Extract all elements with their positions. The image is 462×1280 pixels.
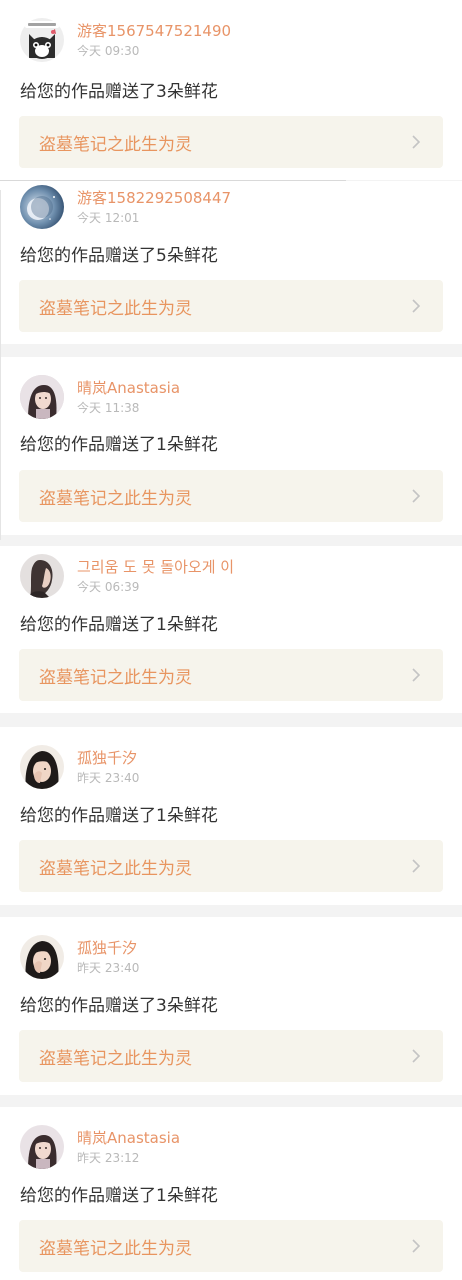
gift-notification-card: 晴岚Anastasia 今天 11:38 给您的作品赠送了1朵鲜花 盗墓笔记之此… xyxy=(0,357,462,535)
card-header: 孤独千汐 昨天 23:40 xyxy=(20,745,139,789)
user-avatar[interactable] xyxy=(20,1125,64,1169)
user-meta: 그리움 도 못 돌아오게 이 今天 06:39 xyxy=(77,557,234,596)
gift-notification-card: 晴岚Anastasia 昨天 23:12 给您的作品赠送了1朵鲜花 盗墓笔记之此… xyxy=(0,1107,462,1280)
gift-notification-card: 游客1582292508447 今天 12:01 给您的作品赠送了5朵鲜花 盗墓… xyxy=(0,181,462,344)
work-link-button[interactable]: 盗墓笔记之此生为灵 xyxy=(19,840,443,892)
timestamp: 今天 12:01 xyxy=(77,210,140,225)
user-avatar[interactable] xyxy=(20,935,64,979)
moon-avatar-icon xyxy=(20,185,64,229)
girl-avatar-icon xyxy=(20,1125,64,1169)
chevron-right-icon xyxy=(412,299,421,313)
user-meta: 晴岚Anastasia 今天 11:38 xyxy=(77,378,180,417)
username[interactable]: 그리움 도 못 돌아오게 이 xyxy=(77,557,234,577)
username[interactable]: 晴岚Anastasia xyxy=(77,1128,180,1148)
gift-notification-card: 游客1567547521490 今天 09:30 给您的作品赠送了3朵鲜花 盗墓… xyxy=(0,0,462,181)
timestamp: 昨天 23:40 xyxy=(77,960,140,975)
gift-notification-card: 孤独千汐 昨天 23:40 给您的作品赠送了1朵鲜花 盗墓笔记之此生为灵 xyxy=(0,727,462,905)
chevron-right-icon xyxy=(412,859,421,873)
timestamp: 昨天 23:12 xyxy=(77,1150,140,1165)
card-header: 孤独千汐 昨天 23:40 xyxy=(20,935,139,979)
chevron-right-icon xyxy=(412,668,421,682)
chevron-right-icon xyxy=(412,1239,421,1253)
face-avatar-icon xyxy=(20,745,64,789)
work-title: 盗墓笔记之此生为灵 xyxy=(39,1238,192,1259)
chevron-right-icon xyxy=(412,135,421,149)
gift-message: 给您的作品赠送了1朵鲜花 xyxy=(20,806,218,826)
gift-notification-feed: 游客1567547521490 今天 09:30 给您的作品赠送了3朵鲜花 盗墓… xyxy=(0,0,462,1280)
card-header: 游客1582292508447 今天 12:01 xyxy=(20,185,231,229)
user-meta: 晴岚Anastasia 昨天 23:12 xyxy=(77,1128,180,1167)
timestamp: 今天 11:38 xyxy=(77,400,140,415)
gift-message: 给您的作品赠送了3朵鲜花 xyxy=(20,996,218,1016)
work-link-button[interactable]: 盗墓笔记之此生为灵 xyxy=(19,280,443,332)
user-avatar[interactable] xyxy=(20,185,64,229)
profile-avatar-icon xyxy=(20,554,64,598)
card-header: 그리움 도 못 돌아오게 이 今天 06:39 xyxy=(20,554,234,598)
timestamp: 今天 06:39 xyxy=(77,579,140,594)
work-title: 盗墓笔记之此生为灵 xyxy=(39,1048,192,1069)
gift-message: 给您的作品赠送了1朵鲜花 xyxy=(20,1186,218,1206)
user-avatar[interactable] xyxy=(20,375,64,419)
scroll-edge-line xyxy=(0,190,1,540)
work-link-button[interactable]: 盗墓笔记之此生为灵 xyxy=(19,1220,443,1272)
card-header: 游客1567547521490 今天 09:30 xyxy=(20,18,231,62)
gift-message: 给您的作品赠送了1朵鲜花 xyxy=(20,615,218,635)
girl-avatar-icon xyxy=(20,375,64,419)
face-avatar-icon xyxy=(20,935,64,979)
work-link-button[interactable]: 盗墓笔记之此生为灵 xyxy=(19,116,443,168)
user-avatar[interactable] xyxy=(20,18,64,62)
work-title: 盗墓笔记之此生为灵 xyxy=(39,134,192,155)
work-link-button[interactable]: 盗墓笔记之此生为灵 xyxy=(19,649,443,701)
work-title: 盗墓笔记之此生为灵 xyxy=(39,667,192,688)
user-meta: 游客1582292508447 今天 12:01 xyxy=(77,188,231,227)
user-avatar[interactable] xyxy=(20,745,64,789)
gift-message: 给您的作品赠送了5朵鲜花 xyxy=(20,246,218,266)
work-title: 盗墓笔记之此生为灵 xyxy=(39,298,192,319)
card-header: 晴岚Anastasia 昨天 23:12 xyxy=(20,1125,180,1169)
username[interactable]: 孤独千汐 xyxy=(77,748,139,768)
username[interactable]: 孤独千汐 xyxy=(77,938,139,958)
user-avatar[interactable] xyxy=(20,554,64,598)
user-meta: 孤独千汐 昨天 23:40 xyxy=(77,938,139,977)
gift-message: 给您的作品赠送了3朵鲜花 xyxy=(20,82,218,102)
timestamp: 昨天 23:40 xyxy=(77,770,140,785)
work-link-button[interactable]: 盗墓笔记之此生为灵 xyxy=(19,470,443,522)
username[interactable]: 游客1582292508447 xyxy=(77,188,231,208)
user-meta: 游客1567547521490 今天 09:30 xyxy=(77,21,231,60)
work-title: 盗墓笔记之此生为灵 xyxy=(39,858,192,879)
chevron-right-icon xyxy=(412,489,421,503)
timestamp: 今天 09:30 xyxy=(77,43,140,58)
gift-notification-card: 그리움 도 못 돌아오게 이 今天 06:39 给您的作品赠送了1朵鲜花 盗墓笔… xyxy=(0,546,462,713)
cat-avatar-icon xyxy=(20,18,64,62)
username[interactable]: 游客1567547521490 xyxy=(77,21,231,41)
chevron-right-icon xyxy=(412,1049,421,1063)
gift-message: 给您的作品赠送了1朵鲜花 xyxy=(20,435,218,455)
work-link-button[interactable]: 盗墓笔记之此生为灵 xyxy=(19,1030,443,1082)
username[interactable]: 晴岚Anastasia xyxy=(77,378,180,398)
card-header: 晴岚Anastasia 今天 11:38 xyxy=(20,375,180,419)
user-meta: 孤独千汐 昨天 23:40 xyxy=(77,748,139,787)
work-title: 盗墓笔记之此生为灵 xyxy=(39,488,192,509)
gift-notification-card: 孤独千汐 昨天 23:40 给您的作品赠送了3朵鲜花 盗墓笔记之此生为灵 xyxy=(0,917,462,1095)
